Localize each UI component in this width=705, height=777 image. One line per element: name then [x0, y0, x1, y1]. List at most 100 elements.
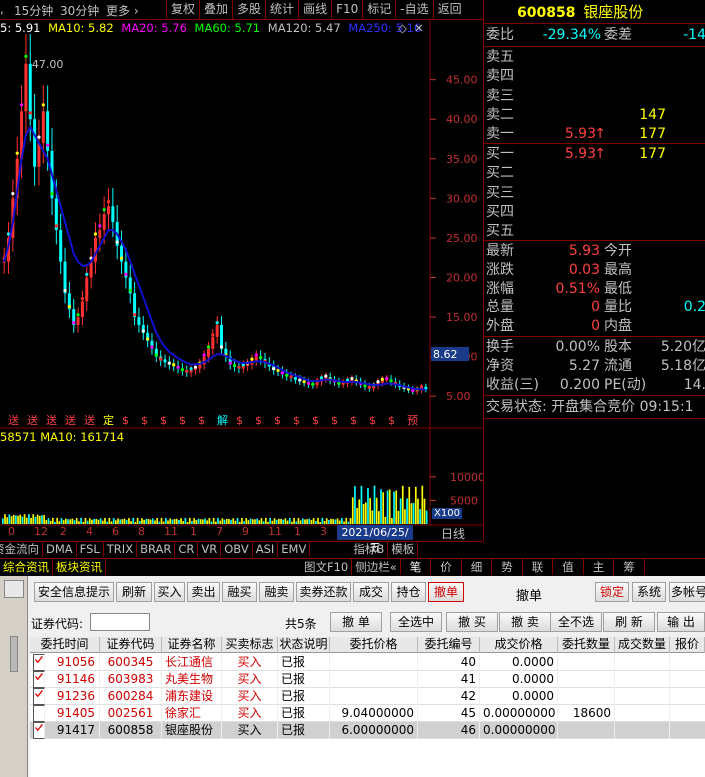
tab-indicator[interactable]: 模板	[388, 542, 419, 557]
volume-bar	[93, 518, 95, 524]
tab-price[interactable]: 价	[431, 559, 462, 575]
sell-level-row[interactable]: 卖一 5.93 ↑ 177	[486, 125, 705, 144]
table-cell	[615, 671, 670, 688]
tab-indicator[interactable]: EMV	[278, 542, 311, 557]
mark-button[interactable]: 标记	[362, 0, 395, 19]
column-header[interactable]: 委托编号	[418, 637, 480, 653]
column-header[interactable]: 成交数量	[615, 637, 670, 653]
tab-indicator[interactable]: OBV	[221, 542, 253, 557]
sell-repay-button[interactable]: 卖券还款	[296, 582, 351, 602]
tab-indicator[interactable]: TRIX	[104, 542, 138, 557]
cancel-button[interactable]: 撤 单	[330, 612, 382, 632]
code-input[interactable]	[90, 613, 150, 631]
column-header[interactable]: 买卖标志	[222, 637, 278, 653]
table-row[interactable]: 91405 002561 徐家汇 买入 已报 9.04000000 45 0.00000000…	[30, 705, 705, 722]
sell-button[interactable]: 卖出	[187, 582, 220, 602]
lock-button[interactable]: 锁定	[595, 582, 629, 602]
refresh-list-button[interactable]: 刷 新	[603, 612, 655, 632]
tab-indicator[interactable]: 资金流向	[0, 542, 43, 557]
scroll-handle[interactable]	[10, 636, 18, 672]
deals-button[interactable]: 成交	[353, 582, 389, 602]
table-cell: 91146	[30, 671, 100, 688]
volume-bar	[188, 517, 191, 524]
event-marker: 送	[46, 413, 57, 427]
column-header[interactable]: 证券代码	[100, 637, 162, 653]
volume-bar	[297, 518, 300, 524]
volume-bar	[345, 517, 348, 524]
volume-bar	[84, 517, 87, 524]
draw-line-button[interactable]: 画线	[298, 0, 331, 19]
sell-level-row[interactable]: 卖二 147	[486, 106, 705, 125]
tab-detail[interactable]: 细	[462, 559, 493, 575]
column-header[interactable]: 委托时间	[30, 637, 100, 653]
refresh-button[interactable]: 刷新	[116, 582, 152, 602]
f10-button[interactable]: F10	[331, 0, 362, 19]
more-periods-button[interactable]: 更多 ›	[106, 2, 139, 19]
table-row[interactable]: 91056 600345 长江通信 买入 已报 40 0.0000	[30, 654, 705, 671]
sell-level-row[interactable]: 卖三	[486, 87, 705, 106]
tab-f10[interactable]: 图文F10	[301, 559, 353, 575]
buy-level-row[interactable]: 买二	[486, 164, 705, 183]
kline-chart[interactable]: 45.0040.0035.0030.0025.0020.0015.0010.00…	[0, 20, 483, 574]
buy-level-row[interactable]: 买一 5.93 ↑ 177	[486, 145, 705, 164]
column-header[interactable]: 委托价格	[330, 637, 418, 653]
tab-ticks[interactable]: 笔	[401, 559, 432, 575]
tab-indicator[interactable]: 指标B	[350, 542, 389, 557]
volume-bar	[54, 521, 56, 524]
tab-indicator[interactable]: ASI	[253, 542, 279, 557]
table-row[interactable]: 91146 603983 丸美生物 买入 已报 41 0.0000	[30, 671, 705, 688]
statistics-button[interactable]: 统计	[265, 0, 298, 19]
table-row[interactable]: 91236 600284 浦东建设 买入 已报 42 0.0000	[30, 688, 705, 705]
select-all-button[interactable]: 全选中	[390, 612, 442, 632]
volume-bar	[182, 520, 185, 524]
volume-bar	[238, 521, 241, 524]
margin-buy-button[interactable]: 融买	[222, 582, 257, 602]
column-header[interactable]: 状态说明	[278, 637, 330, 653]
sell-level-row[interactable]: 卖四	[486, 67, 705, 86]
system-button[interactable]: 系统	[632, 582, 666, 602]
column-header[interactable]: 委托数量	[558, 637, 615, 653]
period-15min-button[interactable]: 15分钟	[14, 2, 53, 19]
tab-value[interactable]: 值	[553, 559, 584, 575]
period-label[interactable]: 日线	[441, 525, 465, 542]
tab-sector-news[interactable]: 板块资讯	[53, 559, 106, 575]
multi-stock-button[interactable]: 多股	[232, 0, 265, 19]
table-row[interactable]: 91417 600858 银座股份 买入 已报 6.00000000 46 0.0000000…	[30, 722, 705, 739]
cancel-orders-button[interactable]: 撤单	[428, 582, 464, 602]
tab-chips[interactable]: 筹	[614, 559, 645, 575]
tab-news[interactable]: 综合资讯	[0, 559, 53, 575]
overlay-button[interactable]: 叠加	[199, 0, 232, 19]
cancel-sell-button[interactable]: 撤 卖	[499, 612, 551, 632]
volume-bar	[356, 507, 358, 524]
select-none-button[interactable]: 全不选	[550, 612, 602, 632]
fuquan-button[interactable]: 复权	[166, 0, 199, 19]
tab-sidebar[interactable]: 侧边栏«	[352, 559, 401, 575]
margin-sell-button[interactable]: 融卖	[259, 582, 294, 602]
column-header[interactable]: 证券名称	[162, 637, 222, 653]
tab-trend[interactable]: 势	[492, 559, 523, 575]
remove-watchlist-button[interactable]: -自选	[395, 0, 432, 19]
buy-level-row[interactable]: 买三	[486, 184, 705, 203]
multi-account-button[interactable]: 多帐号	[669, 582, 705, 602]
back-button[interactable]: 返回	[432, 0, 466, 19]
buy-button[interactable]: 买入	[154, 582, 185, 602]
period-30min-button[interactable]: 30分钟	[60, 2, 99, 19]
tab-indicator[interactable]: DMA	[43, 542, 77, 557]
tab-indicator[interactable]: CR	[175, 542, 199, 557]
column-header[interactable]: 成交价格	[480, 637, 558, 653]
sidebar-toggle[interactable]	[4, 580, 24, 598]
volume-bar	[349, 518, 352, 524]
tab-indicator[interactable]: BRAR	[137, 542, 176, 557]
sell-level-row[interactable]: 卖五	[486, 48, 705, 67]
cancel-buy-button[interactable]: 撤 买	[446, 612, 498, 632]
tab-link[interactable]: 联	[523, 559, 554, 575]
column-header[interactable]: 报价	[670, 637, 705, 653]
positions-button[interactable]: 持仓	[391, 582, 426, 602]
tab-main[interactable]: 主	[584, 559, 615, 575]
export-button[interactable]: 输 出	[657, 612, 705, 632]
buy-level-row[interactable]: 买五	[486, 222, 705, 241]
tab-indicator[interactable]: FSL	[77, 542, 104, 557]
tab-indicator[interactable]: VR	[198, 542, 222, 557]
buy-level-row[interactable]: 买四	[486, 203, 705, 222]
safety-info-button[interactable]: 安全信息提示	[34, 582, 114, 602]
